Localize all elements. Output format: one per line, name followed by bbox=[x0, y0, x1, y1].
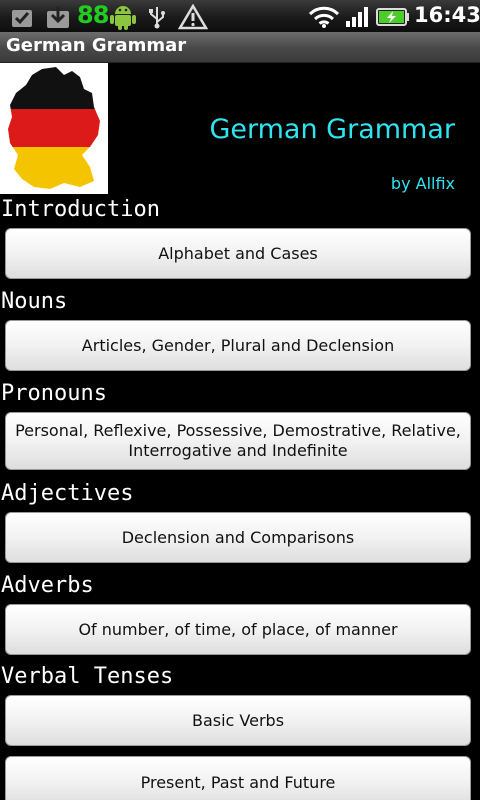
adverbs-button[interactable]: Of number, of time, of place, of manner bbox=[5, 604, 471, 655]
check-icon bbox=[12, 10, 32, 27]
battery-percent-text: 88 bbox=[77, 1, 109, 29]
status-clock: 16:43 bbox=[414, 3, 480, 27]
status-bar: 88 16:43 bbox=[0, 0, 480, 32]
adjectives-button[interactable]: Declension and Comparisons bbox=[5, 512, 471, 563]
app-heading: German Grammar bbox=[209, 114, 455, 145]
signal-icon bbox=[346, 7, 368, 27]
section-adjectives: Adjectives bbox=[1, 481, 134, 506]
section-introduction: Introduction bbox=[1, 197, 160, 222]
present-past-future-button[interactable]: Present, Past and Future bbox=[5, 756, 471, 800]
alphabet-and-cases-button[interactable]: Alphabet and Cases bbox=[5, 228, 471, 279]
germany-flag-map-icon bbox=[0, 63, 108, 194]
section-nouns: Nouns bbox=[1, 289, 68, 314]
android-icon bbox=[110, 6, 136, 30]
battery-icon bbox=[376, 8, 409, 26]
basic-verbs-button[interactable]: Basic Verbs bbox=[5, 695, 471, 746]
window-title: German Grammar bbox=[6, 35, 187, 56]
warning-icon bbox=[178, 4, 208, 30]
wifi-icon bbox=[308, 6, 340, 28]
section-pronouns: Pronouns bbox=[1, 381, 107, 406]
download-icon bbox=[47, 7, 69, 28]
section-verbal-tenses: Verbal Tenses bbox=[1, 664, 174, 689]
title-bar: German Grammar bbox=[0, 32, 480, 63]
app-author: by Allfix bbox=[390, 174, 455, 193]
usb-icon bbox=[149, 7, 165, 29]
pronouns-button[interactable]: Personal, Reflexive, Possessive, Demostr… bbox=[5, 412, 471, 470]
nouns-button[interactable]: Articles, Gender, Plural and Declension bbox=[5, 320, 471, 371]
section-adverbs: Adverbs bbox=[1, 573, 94, 598]
